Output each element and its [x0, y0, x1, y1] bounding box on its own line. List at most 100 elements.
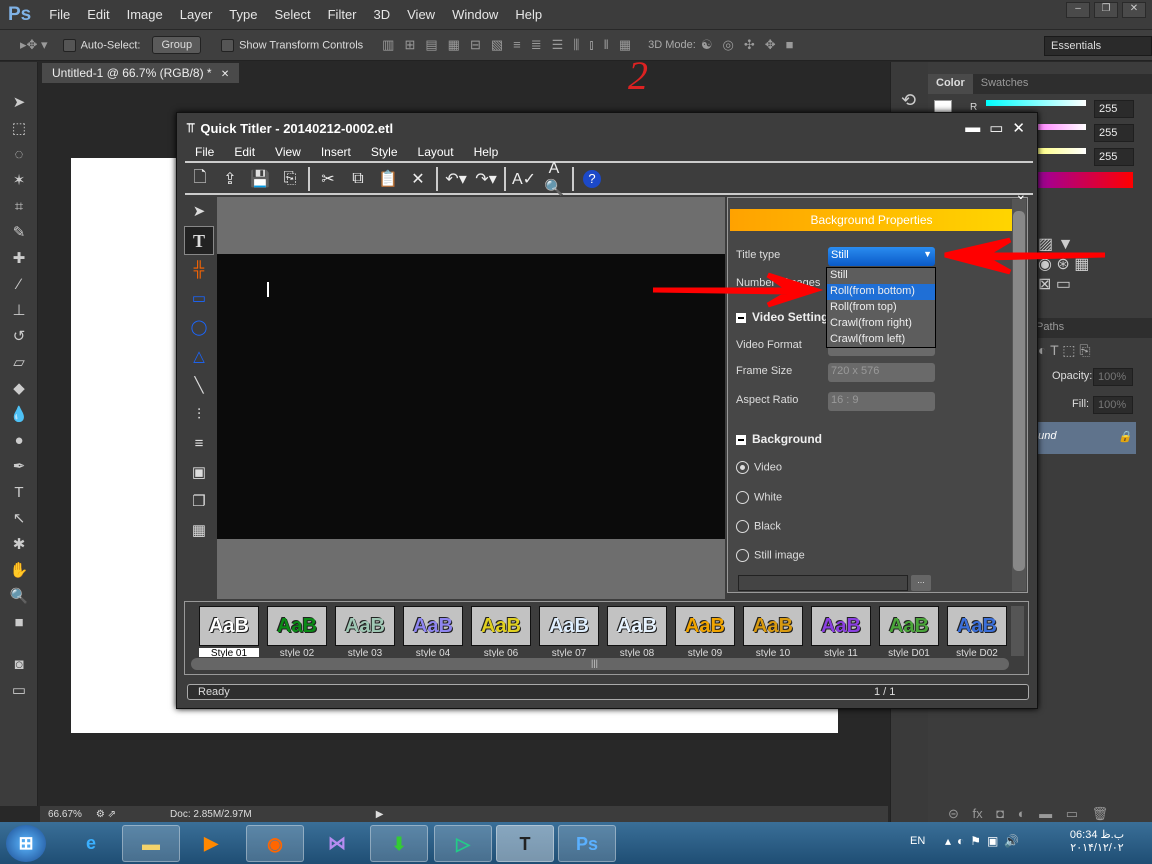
taskbar-firefox-icon[interactable]: ◉ — [246, 825, 304, 862]
color-swatches-icon[interactable]: ■ — [0, 610, 38, 636]
align-icons[interactable]: ▥ ⊞ ▤ ▦ ⊟ ▧ ≡ ≣ ☰ ⫼ ⫾ ‖ ▦ — [377, 37, 636, 53]
bg-radio-video[interactable]: Video — [736, 461, 782, 474]
opacity-value[interactable]: 100% — [1093, 368, 1133, 386]
save-all-icon[interactable]: ⎘ — [275, 170, 305, 188]
find-icon[interactable]: A🔍 — [539, 160, 569, 198]
radio[interactable] — [736, 549, 749, 562]
taskbar-explorer-icon[interactable]: ▬ — [122, 825, 180, 862]
menu-layer[interactable]: Layer — [180, 7, 213, 22]
close-button[interactable]: ✕ — [1012, 119, 1025, 137]
crosshair-tool-icon[interactable]: ╬ — [184, 255, 214, 284]
red-slider[interactable] — [986, 100, 1086, 106]
layers-footer-icons[interactable]: ⊝ fx ◘ ◐ ▬ ▭ 🗑 — [948, 806, 1108, 822]
style-thumbnail[interactable]: AaB — [743, 606, 803, 646]
center-tool-icon[interactable]: ≡ — [184, 429, 214, 458]
arrange-tool-icon[interactable]: ❐ — [184, 487, 214, 516]
frame-size-select[interactable]: 720 x 576 — [828, 363, 935, 382]
style-thumbnail[interactable]: AaB — [403, 606, 463, 646]
cut-icon[interactable]: ✂ — [313, 169, 343, 189]
copy-icon[interactable]: ⧉ — [343, 170, 373, 188]
radio[interactable] — [736, 491, 749, 504]
history-brush-icon[interactable]: ↺ — [0, 324, 38, 350]
select-tool-icon[interactable]: ➤ — [184, 197, 214, 226]
show-transform-checkbox[interactable]: Show Transform Controls — [221, 38, 363, 52]
triangle-tool-icon[interactable]: △ — [184, 342, 214, 371]
bg-radio-still-image[interactable]: Still image — [736, 549, 805, 562]
collapse-icon[interactable] — [736, 434, 746, 445]
path-select-icon[interactable]: ↖ — [0, 506, 38, 532]
auto-select-checkbox[interactable]: Auto-Select: — [62, 38, 140, 52]
redo-icon[interactable]: ↷▾ — [471, 169, 501, 189]
option-crawl-left[interactable]: Crawl(from left) — [827, 332, 935, 348]
titler-menu-layout[interactable]: Layout — [408, 143, 464, 161]
ellipse-tool-icon[interactable]: ◯ — [184, 313, 214, 342]
paint-bucket-icon[interactable]: ◆ — [0, 376, 38, 402]
crop-tool-icon[interactable]: ⌗ — [0, 194, 38, 220]
menu-file[interactable]: File — [49, 7, 70, 22]
taskbar-media-icon[interactable]: ▶ — [182, 825, 240, 862]
3d-mode-icons[interactable]: ☯ ◎ ✣ ✥ ■ — [696, 37, 799, 53]
style-thumbnail[interactable]: AaB — [335, 606, 395, 646]
eraser-icon[interactable]: ▱ — [0, 350, 38, 376]
titler-menu-style[interactable]: Style — [361, 143, 408, 161]
menu-filter[interactable]: Filter — [328, 7, 357, 22]
option-roll-bottom[interactable]: Roll(from bottom) — [827, 284, 935, 300]
close-button[interactable]: ✕ — [1122, 2, 1146, 18]
marquee-tool-icon[interactable]: ⬚ — [0, 116, 38, 142]
menu-help[interactable]: Help — [515, 7, 542, 22]
taskbar-titler-icon[interactable]: T — [496, 825, 554, 862]
adjustment-icons[interactable]: ▨ ▼ ◉ ⊛ ▦ ⊠ ▭ — [1038, 234, 1089, 294]
lasso-tool-icon[interactable]: ◌ — [0, 142, 38, 168]
tab-swatches[interactable]: Swatches — [973, 74, 1037, 94]
delete-icon[interactable]: ✕ — [403, 169, 433, 189]
stamp-tool-icon[interactable]: ⊥ — [0, 298, 38, 324]
style-thumbnail[interactable]: AaB — [675, 606, 735, 646]
collapse-icon[interactable] — [736, 312, 746, 323]
option-roll-top[interactable]: Roll(from top) — [827, 300, 935, 316]
menu-select[interactable]: Select — [274, 7, 310, 22]
grid-tool-icon[interactable]: ▦ — [184, 516, 214, 545]
screen-mode-icon[interactable]: ▭ — [0, 678, 38, 704]
taskbar-idm-icon[interactable]: ⬇ — [370, 825, 428, 862]
browse-button[interactable]: ... — [911, 575, 931, 591]
scroll-thumb[interactable] — [1013, 211, 1025, 571]
line-tool-icon[interactable]: ╲ — [184, 371, 214, 400]
bg-radio-white[interactable]: White — [736, 491, 782, 504]
style-thumbnail[interactable]: AaB — [811, 606, 871, 646]
history-icon[interactable]: ⟲ — [901, 90, 928, 111]
move-tool-icon[interactable]: ▸✥ ▾ — [20, 37, 48, 53]
layer-filter-icons[interactable]: ◐ T ⬚ ⎘ — [1038, 342, 1091, 359]
rectangle-tool-icon[interactable]: ▭ — [184, 284, 214, 313]
hand-tool-icon[interactable]: ✋ — [0, 558, 38, 584]
menu-3d[interactable]: 3D — [374, 7, 391, 22]
image-path-input[interactable] — [738, 575, 908, 591]
layer-background[interactable]: ound 🔒 — [1028, 422, 1136, 454]
magic-wand-icon[interactable]: ✶ — [0, 168, 38, 194]
taskbar-vs-icon[interactable]: ⋈ — [308, 825, 366, 862]
text-tool-icon[interactable]: T — [184, 226, 214, 255]
taskbar-edius-icon[interactable]: ▷ — [434, 825, 492, 862]
blur-tool-icon[interactable]: 💧 — [0, 402, 38, 428]
status-menu-arrow-icon[interactable]: ▶ — [376, 809, 384, 820]
title-stage[interactable] — [217, 197, 725, 599]
healing-brush-icon[interactable]: ✚ — [0, 246, 38, 272]
new-icon[interactable]: 🗋 — [185, 166, 215, 193]
style-thumbnail[interactable]: AaB — [947, 606, 1007, 646]
close-tab-icon[interactable]: ✕ — [221, 69, 229, 80]
style-thumbnail[interactable]: AaB — [539, 606, 599, 646]
start-button[interactable]: ⊞ — [6, 825, 46, 862]
video-settings-section[interactable]: Video Setting — [736, 310, 828, 324]
titler-menu-insert[interactable]: Insert — [311, 143, 361, 161]
open-icon[interactable]: ⇪ — [215, 169, 245, 189]
workspace-select[interactable]: Essentials — [1044, 36, 1152, 56]
blue-value[interactable]: 255 — [1094, 148, 1134, 166]
menu-view[interactable]: View — [407, 7, 435, 22]
menu-type[interactable]: Type — [229, 7, 257, 22]
maximize-button[interactable]: ▭ — [989, 119, 1003, 137]
radio[interactable] — [736, 520, 749, 533]
titler-menu-view[interactable]: View — [265, 143, 311, 161]
menu-edit[interactable]: Edit — [87, 7, 109, 22]
style-thumbnail[interactable]: AaB — [267, 606, 327, 646]
help-icon[interactable]: ? — [583, 170, 601, 188]
aspect-ratio-select[interactable]: 16 : 9 — [828, 392, 935, 411]
